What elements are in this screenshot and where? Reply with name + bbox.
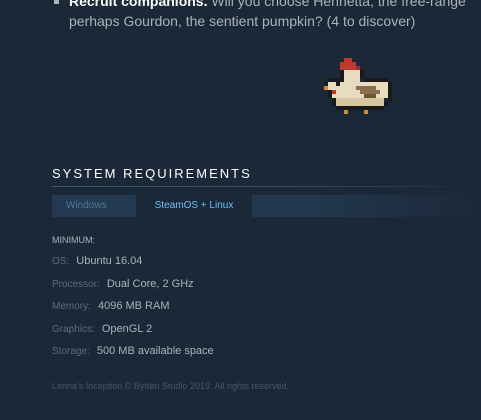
req-label: Graphics: [52, 323, 95, 335]
minimum-label: MINIMUM: [52, 235, 95, 245]
requirements-list: MINIMUM: OS: Ubuntu 16.04 Processor: Dua… [52, 235, 214, 363]
tab-windows[interactable]: Windows [56, 195, 117, 217]
legal-footer: Lenna's Inception © Bytten Studio 2019. … [52, 381, 289, 391]
description-bullet-line: Recruit companions. Will you choose Henr… [52, 0, 481, 11]
req-row-storage: Storage: 500 MB available space [52, 340, 214, 363]
description-line2: perhaps Gourdon, the sentient pumpkin? (… [69, 13, 416, 29]
req-value: 500 MB available space [96, 345, 214, 357]
description-text: Recruit companions. Will you choose Henr… [52, 0, 481, 31]
section-divider [52, 186, 481, 187]
req-label: Processor: [52, 278, 100, 290]
req-value: 4096 MB RAM [97, 300, 170, 312]
req-value: Dual Core, 2 GHz [106, 277, 194, 290]
req-label: Storage: [52, 346, 90, 357]
bullet-bold-text: Recruit companions. [69, 0, 208, 9]
bullet-rest-text: Will you choose Henrietta, the free-rang… [207, 0, 466, 9]
req-row-graphics: Graphics: OpenGL 2 [52, 318, 214, 341]
req-row-processor: Processor: Dual Core, 2 GHz [52, 273, 214, 296]
pixel-chicken-image [324, 58, 392, 114]
req-label: Memory: [52, 301, 91, 312]
system-requirements-title: SYSTEM REQUIREMENTS [52, 166, 252, 181]
req-value: Ubuntu 16.04 [76, 255, 143, 267]
tab-steamos-linux[interactable]: SteamOS + Linux [136, 195, 252, 217]
req-value: OpenGL 2 [101, 322, 153, 335]
os-tabs: Windows SteamOS + Linux [52, 195, 481, 217]
req-row-memory: Memory: 4096 MB RAM [52, 295, 214, 318]
req-row-os: OS: Ubuntu 16.04 [52, 250, 214, 273]
bullet-icon [54, 0, 59, 4]
req-label: OS: [52, 256, 70, 267]
